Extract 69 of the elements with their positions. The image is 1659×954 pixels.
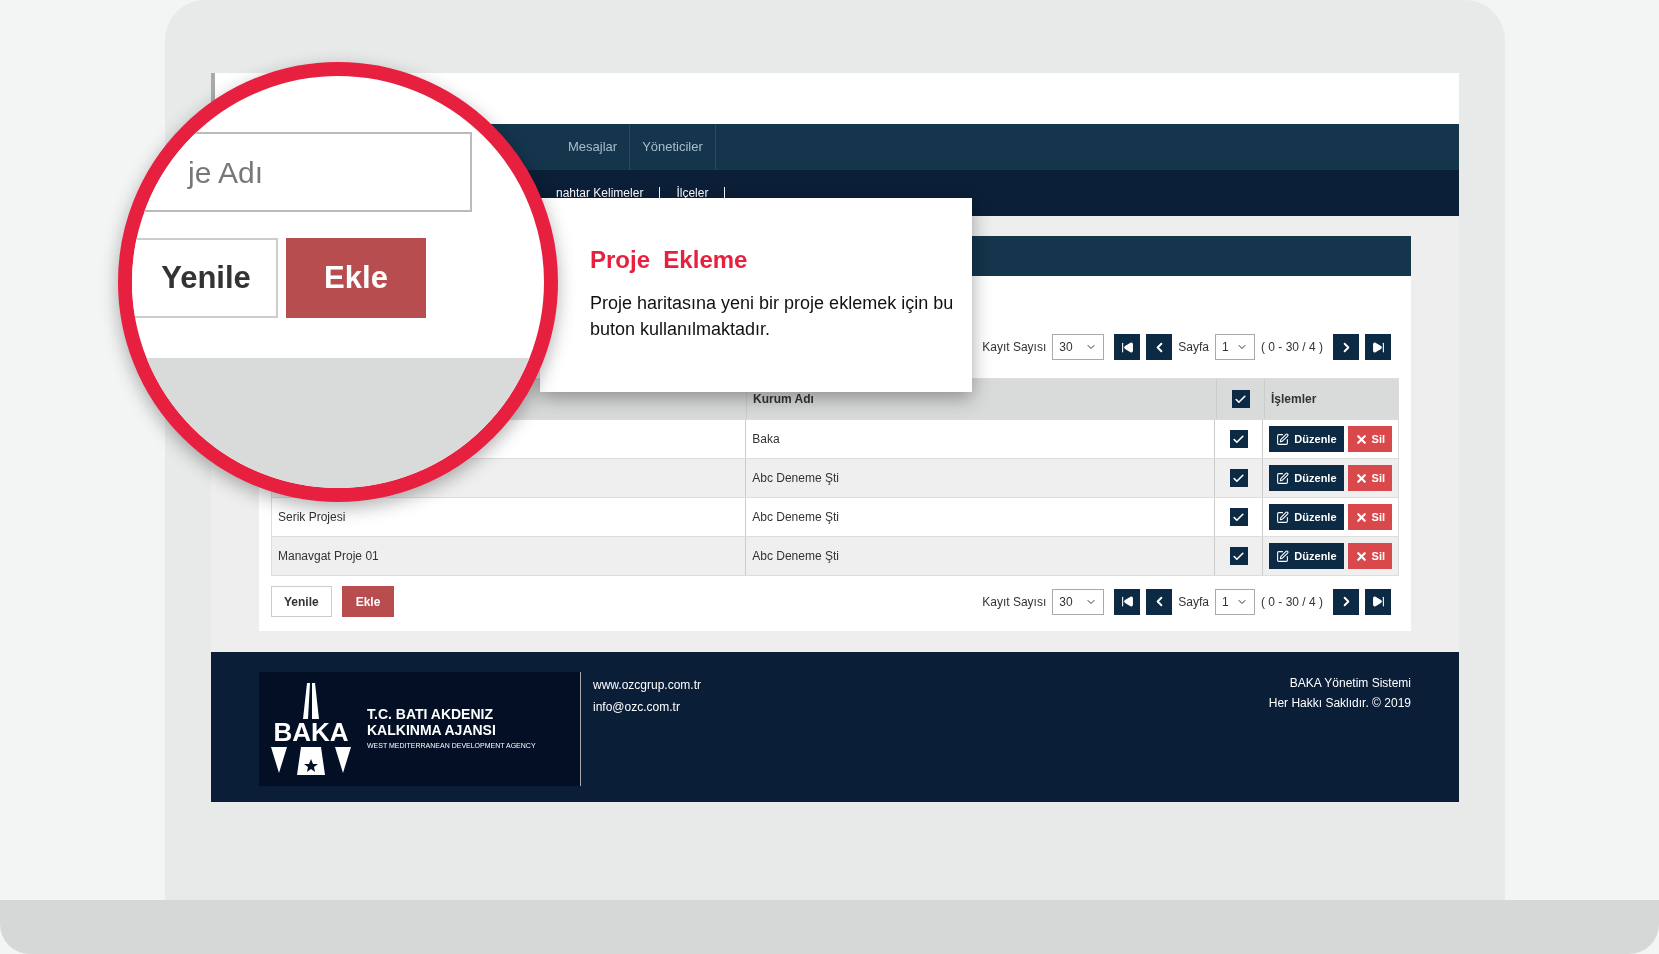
- delete-button[interactable]: Sil: [1347, 465, 1392, 491]
- check-icon: [1232, 549, 1246, 563]
- footer-link[interactable]: info@ozc.com.tr: [593, 698, 702, 716]
- org-name-line: KALKINMA AJANSI: [367, 722, 497, 739]
- table-cell-text: Serik Projesi: [278, 509, 346, 526]
- checkbox[interactable]: [1229, 469, 1248, 487]
- table-cell-text: Abc Deneme Şti: [752, 548, 839, 565]
- logo-wordmark: BAKA: [273, 719, 349, 745]
- check-icon: [1232, 432, 1246, 446]
- system-name: BAKA Yönetim Sistemi: [1289, 675, 1411, 692]
- record-count-label: Kayıt Sayısı: [982, 593, 1047, 611]
- checkbox[interactable]: [1229, 430, 1248, 448]
- skip-back-icon: [1120, 595, 1134, 608]
- edit-icon: [1276, 510, 1290, 524]
- skip-forward-icon: [1371, 595, 1385, 608]
- page-select[interactable]: 1: [1214, 334, 1255, 360]
- per-page-select[interactable]: 30: [1052, 334, 1105, 360]
- close-icon: [1354, 432, 1368, 446]
- callout-text: Proje haritasına yeni bir proje eklemek için bu buton kullanılmaktadır.: [590, 292, 955, 341]
- close-icon: [1354, 471, 1368, 485]
- check-icon: [1232, 471, 1246, 485]
- checkbox[interactable]: [1229, 508, 1248, 526]
- close-icon: [1354, 549, 1368, 563]
- first-page-button[interactable]: [1114, 588, 1141, 615]
- page-range: ( 0 - 30 / 4 ): [1260, 339, 1323, 356]
- edit-icon: [1276, 432, 1290, 446]
- magnified-refresh-button[interactable]: Yenile: [132, 238, 278, 318]
- per-page-select[interactable]: 30: [1052, 588, 1105, 615]
- footer-link[interactable]: www.ozcgrup.com.tr: [593, 676, 702, 694]
- check-icon: [1232, 510, 1246, 524]
- delete-button[interactable]: Sil: [1347, 504, 1392, 530]
- first-page-button[interactable]: [1114, 334, 1141, 360]
- previous-page-button[interactable]: [1146, 334, 1173, 360]
- edit-button[interactable]: Düzenle: [1269, 465, 1344, 491]
- table-cell-text: Baka: [752, 431, 780, 448]
- edit-button[interactable]: Düzenle: [1269, 504, 1344, 530]
- refresh-button[interactable]: Yenile: [271, 586, 332, 617]
- callout-title: Proje Ekleme: [590, 245, 749, 275]
- page-label: Sayfa: [1178, 339, 1209, 356]
- table-cell-text: Abc Deneme Şti: [752, 470, 839, 487]
- checkbox[interactable]: [1229, 547, 1248, 565]
- magnified-add-button[interactable]: Ekle: [286, 238, 426, 318]
- close-icon: [1354, 510, 1368, 524]
- table-cell-text: Manavgat Proje 01: [278, 548, 379, 565]
- delete-button[interactable]: Sil: [1347, 426, 1392, 452]
- last-page-button[interactable]: [1365, 588, 1391, 615]
- checkbox[interactable]: [1231, 390, 1250, 408]
- next-page-button[interactable]: [1333, 334, 1359, 360]
- edit-button[interactable]: Düzenle: [1269, 543, 1344, 569]
- next-page-button[interactable]: [1333, 588, 1359, 615]
- check-icon: [1234, 392, 1247, 406]
- page-label: Sayfa: [1178, 593, 1209, 611]
- record-count-label: Kayıt Sayısı: [982, 339, 1047, 356]
- table-cell-text: Abc Deneme Şti: [752, 509, 839, 526]
- star-road-icon: [269, 745, 353, 775]
- edit-icon: [1276, 549, 1290, 563]
- skip-back-icon: [1120, 340, 1134, 354]
- logo-icon: [303, 683, 319, 719]
- page-select[interactable]: 1: [1214, 588, 1255, 615]
- last-page-button[interactable]: [1365, 334, 1391, 360]
- skip-forward-icon: [1371, 340, 1385, 354]
- previous-page-button[interactable]: [1146, 588, 1173, 615]
- add-button[interactable]: Ekle: [341, 586, 395, 617]
- copyright-text: Her Hakkı Saklıdır. © 2019: [1268, 695, 1411, 712]
- delete-button[interactable]: Sil: [1347, 543, 1392, 569]
- edit-icon: [1276, 471, 1290, 485]
- org-name-line: T.C. BATI AKDENIZ: [367, 706, 494, 723]
- edit-button[interactable]: Düzenle: [1269, 426, 1344, 452]
- page-range: ( 0 - 30 / 4 ): [1260, 593, 1323, 611]
